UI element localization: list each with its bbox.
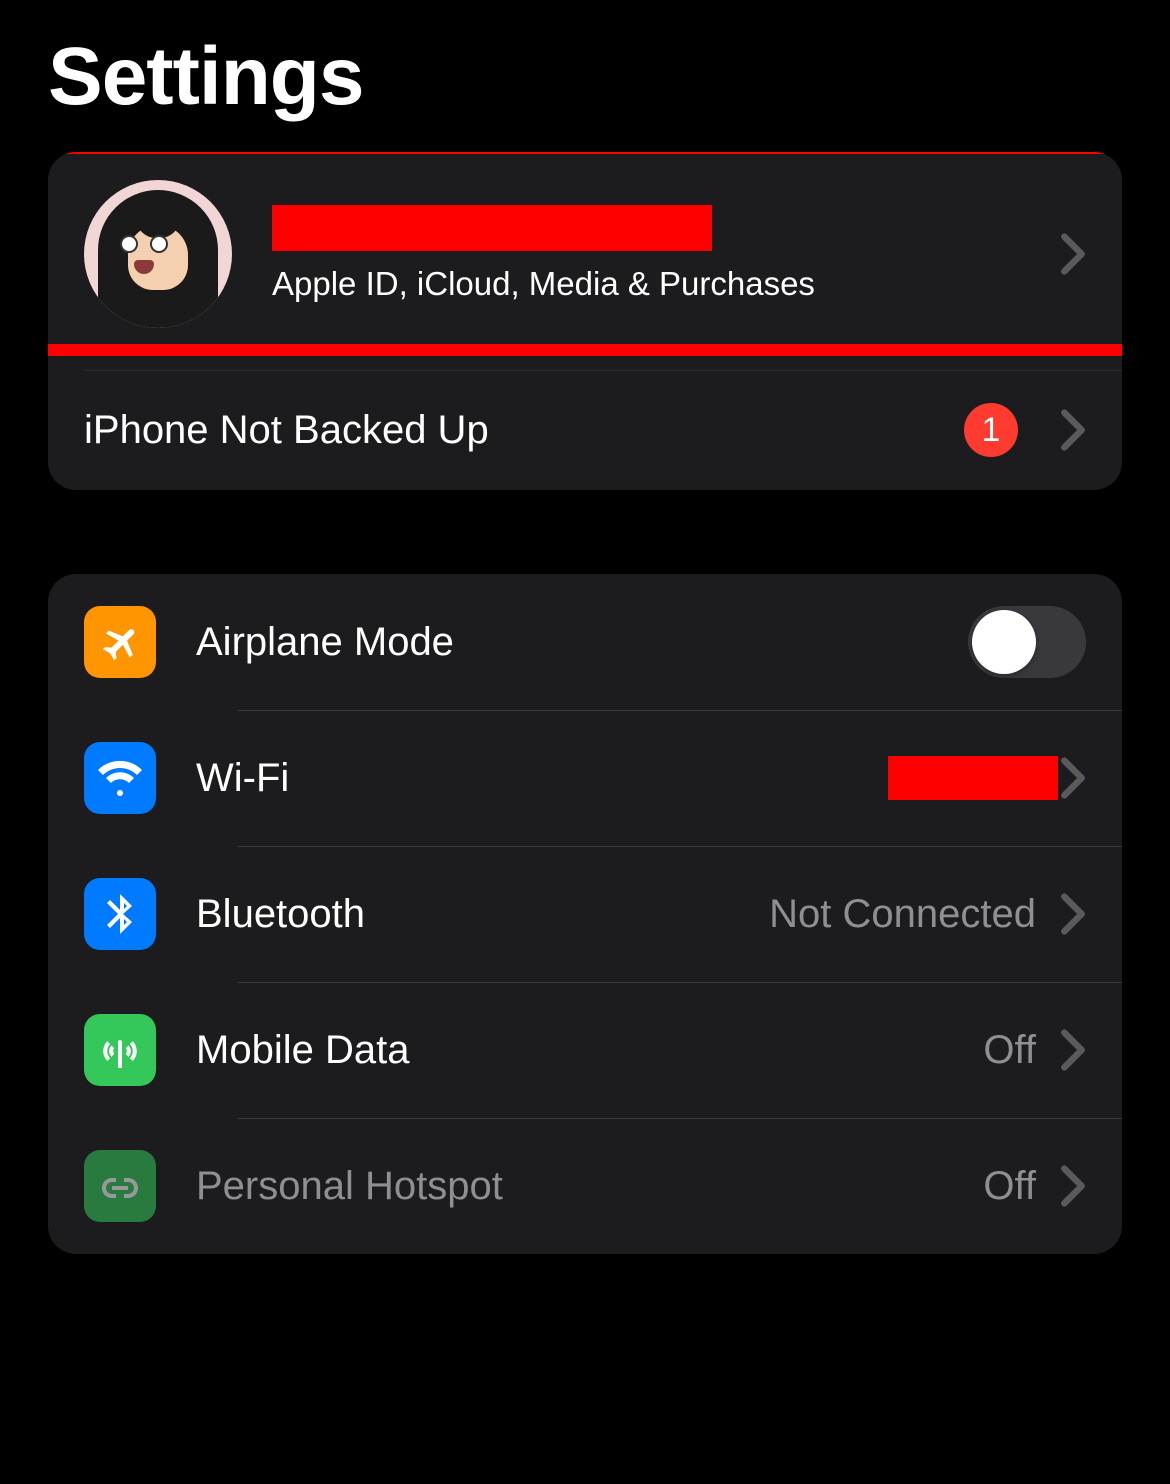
bluetooth-label: Bluetooth [196, 892, 769, 937]
airplane-mode-label: Airplane Mode [196, 620, 968, 665]
account-group: Apple ID, iCloud, Media & Purchases iPho… [48, 152, 1122, 490]
chevron-right-icon [1060, 1028, 1086, 1072]
chevron-right-icon [1060, 892, 1086, 936]
profile-subtitle: Apple ID, iCloud, Media & Purchases [272, 265, 1060, 303]
apple-id-row[interactable]: Apple ID, iCloud, Media & Purchases [48, 152, 1122, 370]
hotspot-icon [84, 1150, 156, 1222]
airplane-mode-toggle[interactable] [968, 606, 1086, 678]
mobile-data-value: Off [983, 1028, 1036, 1073]
bluetooth-row[interactable]: Bluetooth Not Connected [48, 846, 1122, 982]
memoji-eyes [124, 235, 164, 247]
wifi-label: Wi-Fi [196, 756, 888, 801]
connectivity-group: Airplane Mode Wi-Fi Bluetooth Not Connec… [48, 574, 1122, 1254]
page-title: Settings [48, 0, 1122, 152]
chevron-right-icon [1060, 232, 1086, 276]
cellular-icon [84, 1014, 156, 1086]
mobile-data-row[interactable]: Mobile Data Off [48, 982, 1122, 1118]
chevron-right-icon [1060, 1164, 1086, 1208]
chevron-right-icon [1060, 756, 1086, 800]
wifi-row[interactable]: Wi-Fi [48, 710, 1122, 846]
avatar [84, 180, 232, 328]
chevron-right-icon [1060, 408, 1086, 452]
airplane-mode-row[interactable]: Airplane Mode [48, 574, 1122, 710]
profile-name-redacted [272, 205, 712, 251]
personal-hotspot-label: Personal Hotspot [196, 1164, 983, 1209]
bluetooth-value: Not Connected [769, 892, 1036, 937]
notification-badge: 1 [964, 403, 1018, 457]
airplane-icon [84, 606, 156, 678]
memoji-hair [98, 190, 218, 328]
wifi-value-redacted [888, 756, 1058, 800]
profile-text: Apple ID, iCloud, Media & Purchases [272, 205, 1060, 303]
toggle-knob [972, 610, 1036, 674]
mobile-data-label: Mobile Data [196, 1028, 983, 1073]
personal-hotspot-row[interactable]: Personal Hotspot Off [48, 1118, 1122, 1254]
personal-hotspot-value: Off [983, 1164, 1036, 1209]
notification-label: iPhone Not Backed Up [84, 408, 964, 453]
backup-notification-row[interactable]: iPhone Not Backed Up 1 [48, 370, 1122, 490]
bluetooth-icon [84, 878, 156, 950]
wifi-icon [84, 742, 156, 814]
